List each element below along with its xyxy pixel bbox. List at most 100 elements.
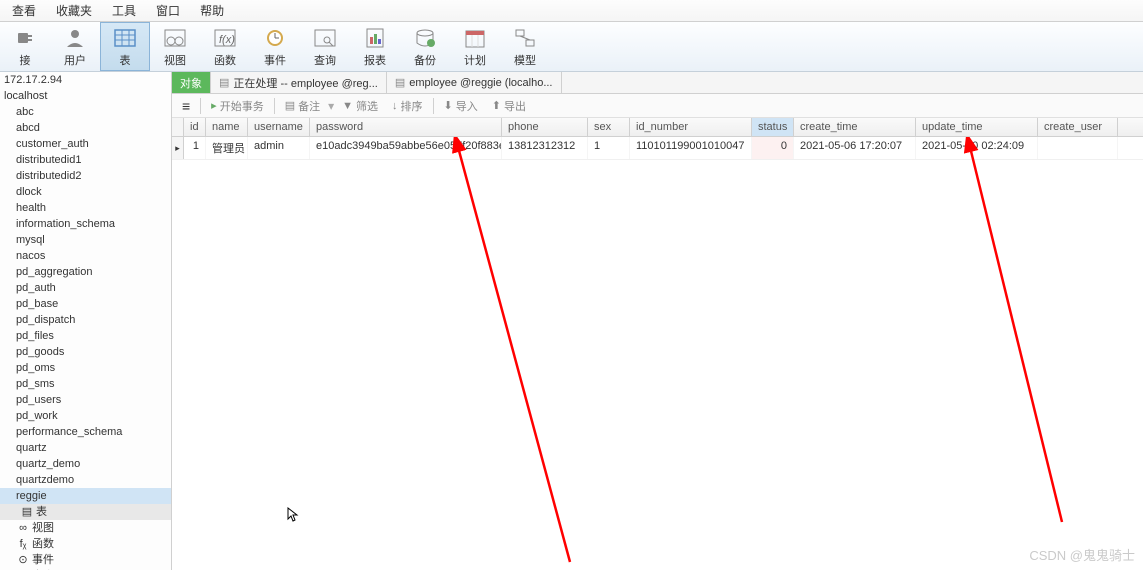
db-quartz[interactable]: quartz (0, 440, 171, 456)
db-pd_goods[interactable]: pd_goods (0, 344, 171, 360)
db-pd_oms[interactable]: pd_oms (0, 360, 171, 376)
backup-icon (413, 26, 437, 50)
db-information_schema[interactable]: information_schema (0, 216, 171, 232)
fx-icon: f(x) (213, 26, 237, 50)
note-button[interactable]: ▤ 备注 (279, 96, 326, 116)
query-icon (313, 26, 337, 50)
table-row[interactable]: ▸ 1 管理员 admin e10adc3949ba59abbe56e057f2… (172, 137, 1143, 160)
menu-4[interactable]: 帮助 (190, 0, 234, 22)
export-icon: ⬆ (492, 99, 501, 112)
menu-3[interactable]: 窗口 (146, 0, 190, 22)
col-create-user[interactable]: create_user (1038, 118, 1118, 136)
import-button[interactable]: ⬇ 导入 (438, 96, 484, 116)
tab-bar: 对象▤正在处理 -- employee @reg...▤employee @re… (172, 72, 1143, 94)
import-icon: ⬇ (444, 99, 453, 112)
col-phone[interactable]: phone (502, 118, 588, 136)
ribbon-toolbar: 接 用户表视图 f(x) 函数事件查询报表备份计划模型 (0, 22, 1143, 72)
export-button[interactable]: ⬆ 导出 (486, 96, 532, 116)
col-update-time[interactable]: update_time (916, 118, 1038, 136)
start-transaction-button[interactable]: ▸ 开始事务 (205, 96, 270, 116)
ribbon-report[interactable]: 报表 (350, 22, 400, 71)
db-pd_sms[interactable]: pd_sms (0, 376, 171, 392)
ribbon-user[interactable]: 用户 (50, 22, 100, 71)
ribbon-label: 视图 (164, 52, 186, 68)
section-2[interactable]: fᵪ函数 (0, 536, 171, 552)
cell-password[interactable]: e10adc3949ba59abbe56e057f20f883e (310, 137, 502, 159)
play-icon: ▸ (211, 99, 217, 112)
ribbon-model[interactable]: 模型 (500, 22, 550, 71)
section-0[interactable]: ▤表 (0, 504, 171, 520)
tab-1[interactable]: ▤正在处理 -- employee @reg... (211, 72, 387, 93)
tab-2[interactable]: ▤employee @reggie (localho... (387, 72, 562, 93)
grid-toolbar: ≡ ▸ 开始事务 ▤ 备注 ▾ ▼ 筛选 ↓ 排序 ⬇ 导入 (172, 94, 1143, 118)
cell-id[interactable]: 1 (184, 137, 206, 159)
section-3[interactable]: ⊙事件 (0, 552, 171, 568)
db-quartzdemo[interactable]: quartzdemo (0, 472, 171, 488)
col-idnumber[interactable]: id_number (630, 118, 752, 136)
db-dlock[interactable]: dlock (0, 184, 171, 200)
sidebar: 172.17.2.94 localhost abcabcdcustomer_au… (0, 72, 172, 570)
cell-phone[interactable]: 13812312312 (502, 137, 588, 159)
tab-0[interactable]: 对象 (172, 72, 211, 93)
db-reggie[interactable]: reggie (0, 488, 171, 504)
table-icon (113, 26, 137, 50)
content-area: 对象▤正在处理 -- employee @reg...▤employee @re… (172, 72, 1143, 570)
ribbon-view[interactable]: 视图 (150, 22, 200, 71)
cell-status[interactable]: 0 (752, 137, 794, 159)
col-id[interactable]: id (184, 118, 206, 136)
db-customer_auth[interactable]: customer_auth (0, 136, 171, 152)
ribbon-label: 接 (20, 52, 31, 68)
db-mysql[interactable]: mysql (0, 232, 171, 248)
db-pd_dispatch[interactable]: pd_dispatch (0, 312, 171, 328)
ribbon-label: 函数 (214, 52, 236, 68)
cell-username[interactable]: admin (248, 137, 310, 159)
ribbon-table[interactable]: 表 (100, 22, 150, 71)
tree-server[interactable]: 172.17.2.94 (0, 72, 171, 88)
menu-2[interactable]: 工具 (102, 0, 146, 22)
cell-name[interactable]: 管理员 (206, 137, 248, 159)
report-icon (363, 26, 387, 50)
grid-header: id name username password phone sex id_n… (172, 118, 1143, 137)
col-create-time[interactable]: create_time (794, 118, 916, 136)
menu-1[interactable]: 收藏夹 (46, 0, 102, 22)
cell-idnumber[interactable]: 110101199001010047 (630, 137, 752, 159)
ribbon-query[interactable]: 查询 (300, 22, 350, 71)
db-pd_work[interactable]: pd_work (0, 408, 171, 424)
db-pd_aggregation[interactable]: pd_aggregation (0, 264, 171, 280)
section-1[interactable]: ∞视图 (0, 520, 171, 536)
cell-create-time[interactable]: 2021-05-06 17:20:07 (794, 137, 916, 159)
import-label: 导入 (456, 98, 478, 114)
ribbon-plug[interactable]: 接 (0, 22, 50, 71)
db-pd_auth[interactable]: pd_auth (0, 280, 171, 296)
db-pd_base[interactable]: pd_base (0, 296, 171, 312)
cell-create-user[interactable] (1038, 137, 1118, 159)
sort-button[interactable]: ↓ 排序 (386, 96, 429, 116)
db-pd_users[interactable]: pd_users (0, 392, 171, 408)
menu-0[interactable]: 查看 (2, 0, 46, 22)
db-pd_files[interactable]: pd_files (0, 328, 171, 344)
schedule-icon (463, 26, 487, 50)
db-abc[interactable]: abc (0, 104, 171, 120)
db-distributedid2[interactable]: distributedid2 (0, 168, 171, 184)
cell-update-time[interactable]: 2021-05-10 02:24:09 (916, 137, 1038, 159)
filter-button[interactable]: ▼ 筛选 (336, 96, 384, 116)
db-distributedid1[interactable]: distributedid1 (0, 152, 171, 168)
cell-sex[interactable]: 1 (588, 137, 630, 159)
hamburger-icon[interactable]: ≡ (176, 96, 196, 116)
col-status[interactable]: status (752, 118, 794, 136)
db-quartz_demo[interactable]: quartz_demo (0, 456, 171, 472)
col-name[interactable]: name (206, 118, 248, 136)
sort-label: 排序 (401, 98, 423, 114)
ribbon-event[interactable]: 事件 (250, 22, 300, 71)
ribbon-backup[interactable]: 备份 (400, 22, 450, 71)
col-username[interactable]: username (248, 118, 310, 136)
col-sex[interactable]: sex (588, 118, 630, 136)
ribbon-schedule[interactable]: 计划 (450, 22, 500, 71)
db-abcd[interactable]: abcd (0, 120, 171, 136)
col-password[interactable]: password (310, 118, 502, 136)
db-nacos[interactable]: nacos (0, 248, 171, 264)
db-health[interactable]: health (0, 200, 171, 216)
tree-connection[interactable]: localhost (0, 88, 171, 104)
ribbon-fx[interactable]: f(x) 函数 (200, 22, 250, 71)
db-performance_schema[interactable]: performance_schema (0, 424, 171, 440)
